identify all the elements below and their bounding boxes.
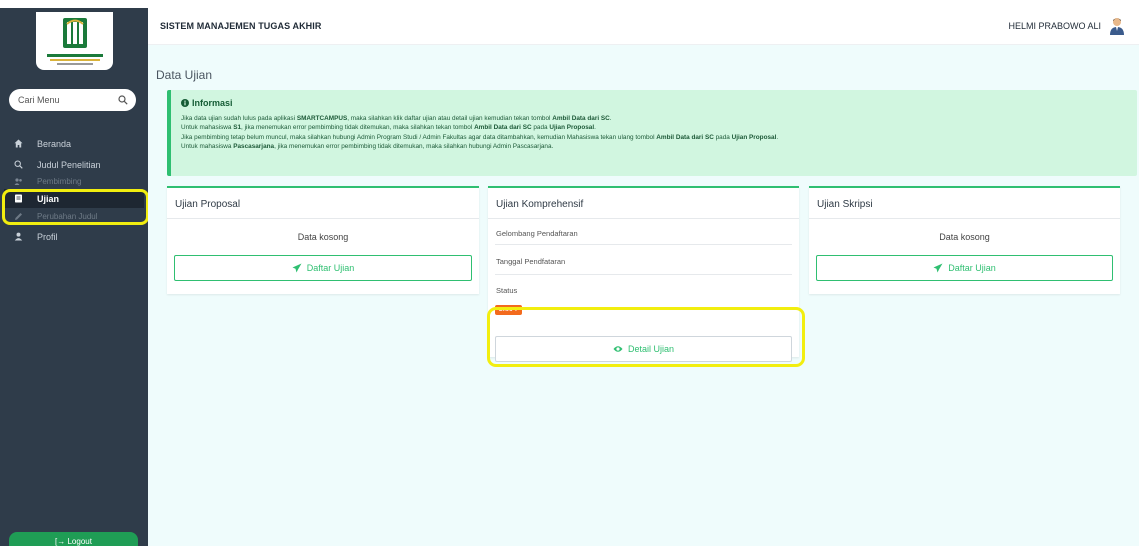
sidebar-item-pembimbing[interactable]: Pembimbing bbox=[0, 175, 148, 187]
sidebar: Beranda Judul Penelitian Pembimbing Ujia… bbox=[0, 0, 148, 546]
info-line-text: . bbox=[609, 115, 612, 122]
logo-emblem-icon bbox=[62, 18, 87, 48]
card-title: Ujian Proposal bbox=[167, 188, 479, 219]
app-title: SISTEM MANAJEMEN TUGAS AKHIR bbox=[160, 21, 322, 31]
tanggal-pendaftaran-label: Tanggal Pendfataran bbox=[495, 245, 792, 275]
gelombang-pendaftaran-label: Gelombang Pendaftaran bbox=[495, 219, 792, 245]
sidebar-item-label: Pembimbing bbox=[37, 176, 82, 186]
info-line-bold: Ambil Data dari SC bbox=[474, 124, 532, 132]
sidebar-item-label: Judul Penelitian bbox=[37, 159, 101, 170]
info-line-text: pada bbox=[713, 133, 732, 141]
page-title: Data Ujian bbox=[156, 68, 213, 82]
sidebar-nav: Beranda Judul Penelitian Pembimbing Ujia… bbox=[0, 133, 148, 247]
info-line-text: Jika data ujian sudah lulus pada aplikas… bbox=[181, 115, 297, 122]
top-header: SISTEM MANAJEMEN TUGAS AKHIR HELMI PRABO… bbox=[148, 8, 1139, 45]
sidebar-item-label: Profil bbox=[37, 231, 58, 242]
info-line: Jika pembimbing tetap belum muncul, maka… bbox=[181, 133, 1127, 142]
users-icon bbox=[14, 177, 23, 186]
detail-ujian-button[interactable]: Detail Ujian bbox=[495, 336, 792, 362]
card-ujian-skripsi: Ujian Skripsi Data kosong Daftar Ujian bbox=[809, 186, 1120, 294]
daftar-ujian-proposal-button[interactable]: Daftar Ujian bbox=[174, 255, 472, 281]
avatar[interactable] bbox=[1109, 17, 1125, 35]
sidebar-item-beranda[interactable]: Beranda bbox=[0, 133, 148, 154]
document-icon bbox=[14, 194, 23, 203]
logo-text-line bbox=[56, 63, 93, 65]
status-badge: DRAFT bbox=[495, 305, 522, 315]
eye-icon bbox=[613, 346, 623, 352]
user-name: HELMI PRABOWO ALI bbox=[1008, 21, 1101, 31]
info-line-bold: Ujian Proposal bbox=[549, 124, 595, 132]
logout-button[interactable]: [→ Logout bbox=[9, 532, 138, 546]
button-label: Daftar Ujian bbox=[306, 263, 355, 273]
status-label: Status bbox=[496, 286, 518, 295]
card-body: Gelombang Pendaftaran Tanggal Pendfatara… bbox=[488, 219, 799, 362]
sidebar-item-ujian[interactable]: Ujian bbox=[4, 189, 144, 208]
sidebar-item-label: Ujian bbox=[37, 193, 60, 204]
sidebar-top-band bbox=[0, 0, 148, 8]
info-line-bold: Ambil Data dari SC bbox=[656, 133, 714, 141]
send-icon bbox=[292, 263, 302, 273]
logo-text-line bbox=[46, 54, 103, 57]
info-line-bold: Pascasarjana bbox=[233, 143, 275, 151]
info-line: Jika data ujian sudah lulus pada aplikas… bbox=[181, 114, 1127, 123]
info-line-bold: SMARTCAMPUS bbox=[296, 115, 348, 122]
edit-icon bbox=[14, 212, 23, 221]
info-line-text: , jika menemukan error pembimbing tidak … bbox=[241, 124, 475, 132]
card-body: Data kosong Daftar Ujian bbox=[809, 232, 1120, 281]
info-line-bold: Ambil Data dari SC bbox=[552, 115, 610, 122]
info-title: Informasi bbox=[181, 98, 1127, 108]
button-label: Daftar Ujian bbox=[948, 263, 996, 273]
info-line-text: pada bbox=[531, 124, 550, 132]
card-body: Data kosong Daftar Ujian bbox=[167, 232, 479, 281]
info-line: Untuk mahasiswa S1, jika menemukan error… bbox=[181, 123, 1127, 132]
sidebar-item-label: Perubahan Judul bbox=[37, 211, 98, 221]
send-icon bbox=[933, 263, 943, 273]
card-ujian-komprehensif: Ujian Komprehensif Gelombang Pendaftaran… bbox=[488, 186, 799, 362]
search-icon bbox=[14, 160, 23, 169]
empty-state-text: Data kosong bbox=[297, 232, 349, 242]
info-line: Untuk mahasiswa Pascasarjana, jika menem… bbox=[181, 142, 1127, 151]
logout-label: [→ Logout bbox=[55, 537, 92, 546]
card-title: Ujian Skripsi bbox=[809, 188, 1120, 219]
home-icon bbox=[14, 139, 23, 148]
info-line-text: . bbox=[594, 124, 596, 132]
card-title: Ujian Komprehensif bbox=[488, 188, 799, 219]
info-line-bold: S1 bbox=[233, 124, 242, 132]
info-alert: Informasi Jika data ujian sudah lulus pa… bbox=[167, 90, 1137, 176]
card-ujian-proposal: Ujian Proposal Data kosong Daftar Ujian bbox=[167, 186, 479, 294]
empty-state-text: Data kosong bbox=[939, 232, 990, 242]
menu-search-input[interactable] bbox=[18, 95, 118, 105]
info-line-text: , jika menemukan error pembimbing tidak … bbox=[274, 143, 554, 151]
info-line-text: Jika pembimbing tetap belum muncul, maka… bbox=[181, 133, 657, 141]
user-icon bbox=[14, 232, 23, 241]
info-line-text: , maka silahkan klik daftar ujian atau d… bbox=[347, 115, 553, 122]
menu-search-box bbox=[9, 89, 136, 111]
logo-text-line bbox=[49, 59, 100, 61]
sidebar-item-perubahan-judul[interactable]: Perubahan Judul bbox=[0, 210, 148, 222]
info-icon bbox=[181, 99, 189, 107]
sidebar-item-judul-penelitian[interactable]: Judul Penelitian bbox=[0, 154, 148, 175]
info-line-bold: Ujian Proposal bbox=[731, 133, 777, 141]
info-line-text: Untuk mahasiswa bbox=[181, 124, 234, 132]
info-title-text: Informasi bbox=[192, 98, 233, 108]
main-content: Data Ujian Informasi Jika data ujian sud… bbox=[148, 45, 1139, 546]
sidebar-item-profil[interactable]: Profil bbox=[0, 226, 148, 247]
sidebar-item-label: Beranda bbox=[37, 138, 72, 149]
info-line-text: Untuk mahasiswa bbox=[181, 143, 234, 151]
user-menu[interactable]: HELMI PRABOWO ALI bbox=[1008, 17, 1125, 35]
info-line-text: . bbox=[776, 133, 779, 141]
search-icon[interactable] bbox=[118, 95, 128, 105]
daftar-ujian-skripsi-button[interactable]: Daftar Ujian bbox=[816, 255, 1113, 281]
button-label: Detail Ujian bbox=[627, 344, 675, 354]
university-logo bbox=[36, 12, 113, 70]
